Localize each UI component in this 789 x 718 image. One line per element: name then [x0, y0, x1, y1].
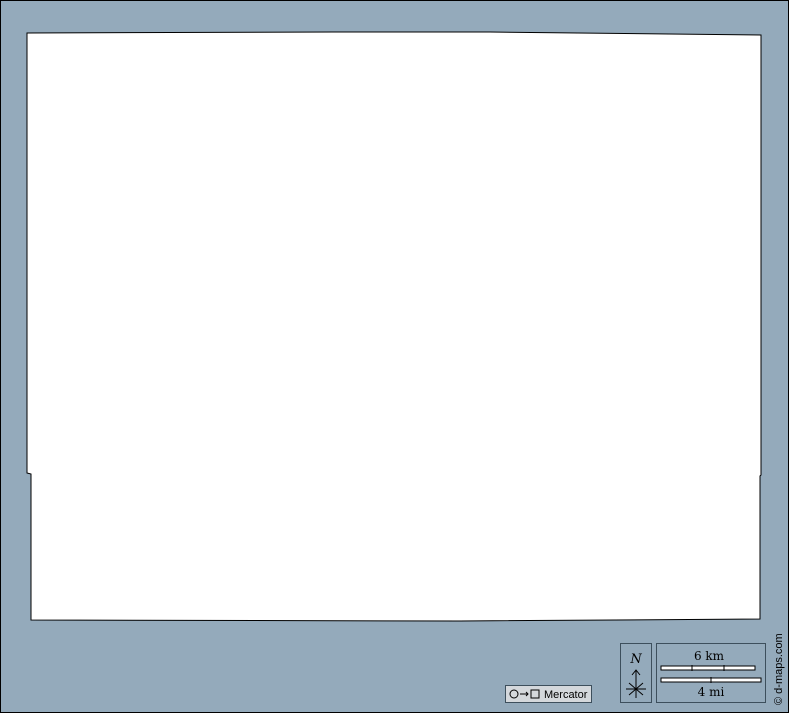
credit-text: © d-maps.com [773, 633, 785, 705]
scale-bar: 6 km 4 mi [656, 643, 766, 703]
north-label: N [629, 652, 642, 667]
projection-box: Mercator [505, 685, 592, 703]
land-area [26, 31, 762, 622]
scale-km-bar [660, 665, 756, 671]
scale-mi-label: 4 mi [698, 685, 725, 699]
map-frame: N 6 km 4 mi Mercator © d-maps.com [0, 0, 789, 713]
scale-km-label: 6 km [694, 649, 725, 663]
map-canvas: N 6 km 4 mi Mercator © d-maps.com [0, 0, 789, 713]
projection-label: Mercator [544, 689, 588, 701]
north-arrow: N [620, 643, 652, 703]
